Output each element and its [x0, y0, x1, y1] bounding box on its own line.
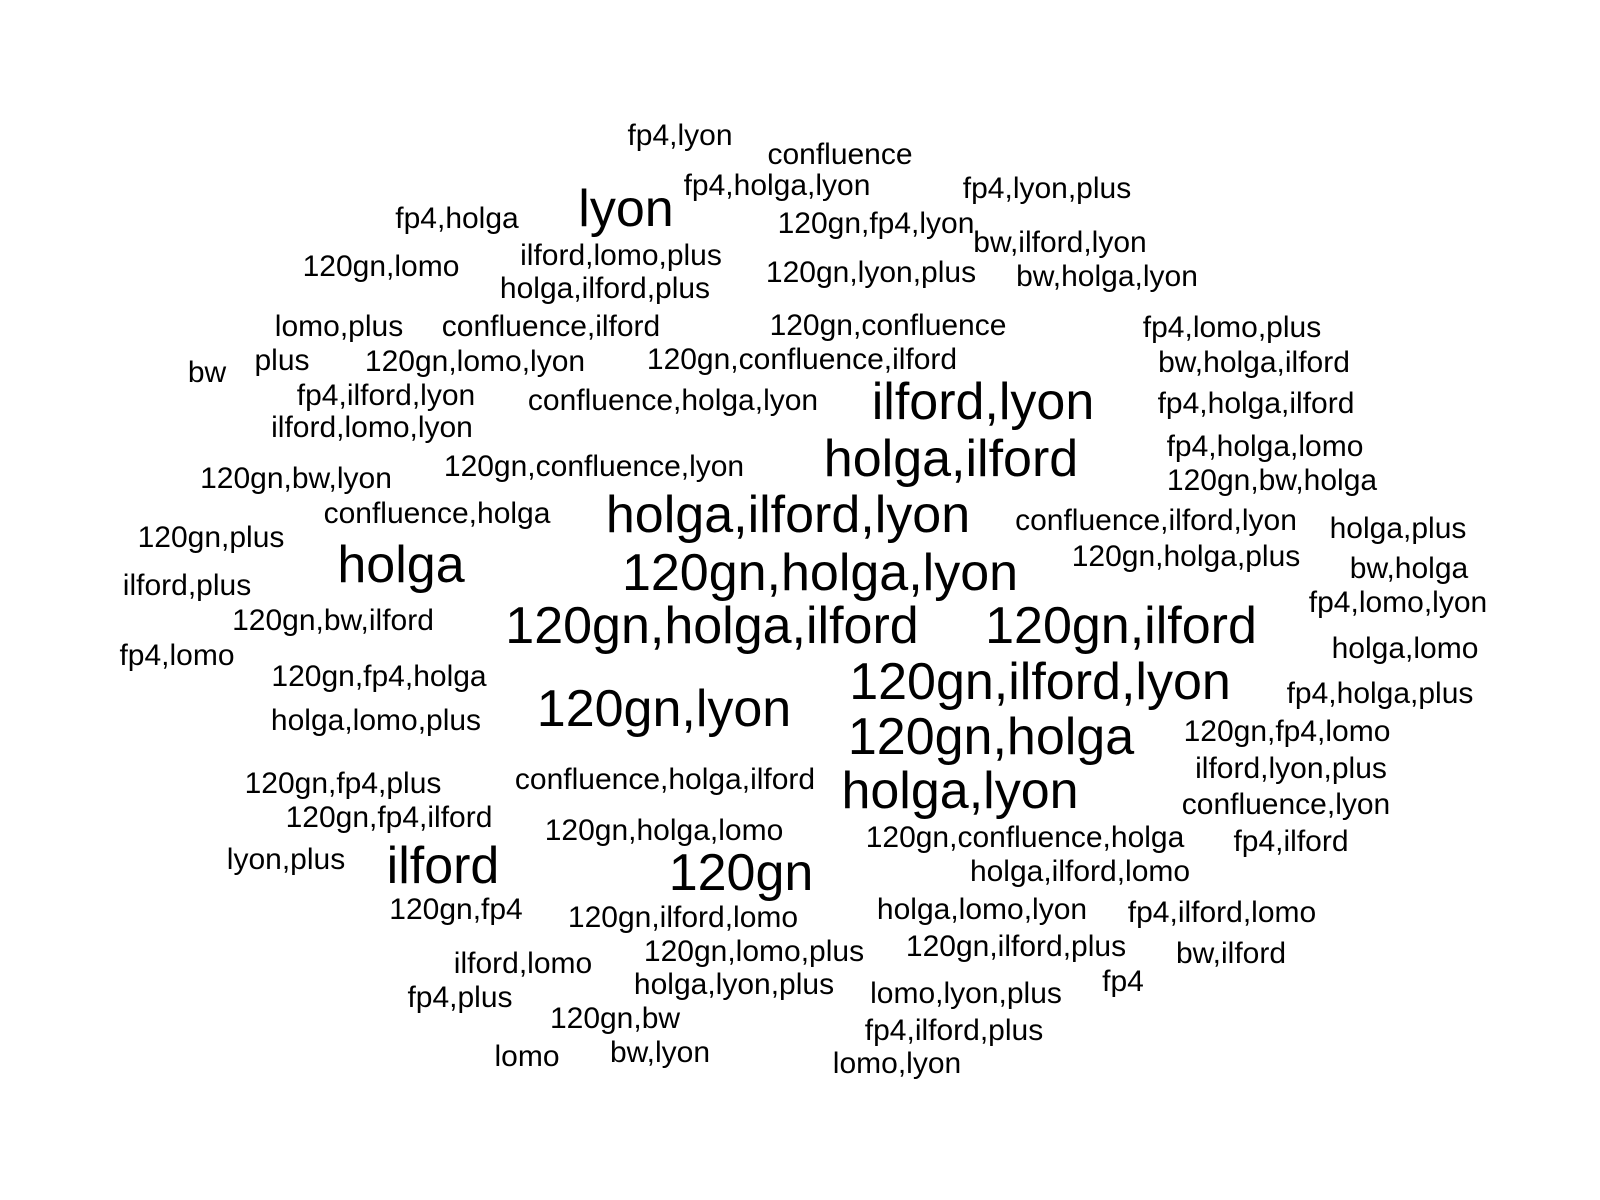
- word-fp4-ilford-lyon: fp4,ilford,lyon: [296, 379, 476, 412]
- word-fp4-lomo-lyon: fp4,lomo,lyon: [1308, 586, 1488, 619]
- word-lomo-lyon: lomo,lyon: [832, 1047, 962, 1080]
- word-120gn-fp4-holga: 120gn,fp4,holga: [271, 660, 487, 693]
- word-fp4-plus: fp4,plus: [407, 981, 513, 1014]
- word-holga-lomo: holga,lomo: [1331, 632, 1479, 665]
- word-120gn-lyon-plus: 120gn,lyon,plus: [765, 256, 977, 289]
- word-120gn-fp4-lomo: 120gn,fp4,lomo: [1183, 715, 1391, 748]
- word-120gn-fp4: 120gn,fp4: [389, 893, 523, 926]
- word-120gn-holga-lomo: 120gn,holga,lomo: [544, 814, 784, 847]
- word-120gn-confluence-lyon: 120gn,confluence,lyon: [443, 450, 745, 483]
- word-ilford-lyon-plus: ilford,lyon,plus: [1195, 752, 1387, 785]
- word-fp4-lyon-plus: fp4,lyon,plus: [962, 172, 1132, 205]
- word-120gn-bw-lyon: 120gn,bw,lyon: [200, 462, 392, 495]
- word-120gn-bw-holga: 120gn,bw,holga: [1166, 464, 1378, 497]
- word-lomo-lyon-plus: lomo,lyon,plus: [870, 977, 1062, 1010]
- word-fp4-lomo-plus: fp4,lomo,plus: [1142, 311, 1322, 344]
- word-holga-ilford-plus: holga,ilford,plus: [499, 272, 711, 305]
- word-120gn-ilford: 120gn,ilford: [985, 597, 1257, 655]
- word-120gn-confluence-ilford: 120gn,confluence,ilford: [646, 343, 958, 376]
- word-120gn-plus: 120gn,plus: [137, 521, 285, 554]
- word-lomo-plus: lomo,plus: [274, 310, 404, 343]
- word-confluence-holga-ilford: confluence,holga,ilford: [514, 763, 816, 796]
- word-holga-lomo-plus: holga,lomo,plus: [270, 704, 482, 737]
- word-fp4-holga-lyon: fp4,holga,lyon: [683, 169, 871, 202]
- word-120gn-holga-ilford: 120gn,holga,ilford: [505, 597, 919, 655]
- word-lyon: lyon: [578, 180, 674, 238]
- word-lomo: lomo: [494, 1040, 560, 1073]
- word-120gn-holga: 120gn,holga: [847, 708, 1135, 766]
- word-holga-plus: holga,plus: [1329, 512, 1467, 545]
- word-confluence: confluence: [767, 138, 913, 171]
- word-120gn: 120gn: [668, 844, 814, 902]
- word-bw-ilford-lyon: bw,ilford,lyon: [973, 226, 1147, 259]
- word-lyon-plus: lyon,plus: [226, 843, 346, 876]
- word-holga-lomo-lyon: holga,lomo,lyon: [876, 893, 1088, 926]
- word-fp4-lyon: fp4,lyon: [627, 119, 733, 152]
- word-ilford: ilford: [386, 837, 500, 895]
- word-120gn-confluence-holga: 120gn,confluence,holga: [865, 821, 1185, 854]
- word-120gn-lomo: 120gn,lomo: [302, 250, 460, 283]
- word-bw-ilford: bw,ilford: [1175, 937, 1287, 970]
- word-plus: plus: [254, 344, 310, 377]
- word-fp4-holga: fp4,holga: [395, 202, 519, 235]
- word-holga-lyon-plus: holga,lyon,plus: [633, 968, 835, 1001]
- word-confluence-holga-lyon: confluence,holga,lyon: [527, 384, 819, 417]
- word-ilford-plus: ilford,plus: [122, 569, 252, 602]
- word-120gn-ilford-lomo: 120gn,ilford,lomo: [567, 901, 799, 934]
- word-ilford-lomo-lyon: ilford,lomo,lyon: [271, 411, 473, 444]
- word-cloud: 120gn,holga,lyon 120gn,holga,ilford holga,…: [0, 0, 1600, 1200]
- word-confluence-lyon: confluence,lyon: [1181, 788, 1391, 821]
- word-fp4-holga-ilford: fp4,holga,ilford: [1157, 387, 1355, 420]
- word-120gn-ilford-plus: 120gn,ilford,plus: [905, 930, 1127, 963]
- word-confluence-ilford: confluence,ilford: [441, 310, 661, 343]
- word-ilford-lyon: ilford,lyon: [871, 373, 1095, 431]
- word-120gn-ilford-lyon: 120gn,ilford,lyon: [849, 653, 1231, 711]
- word-120gn-lomo-plus: 120gn,lomo,plus: [643, 935, 865, 968]
- word-120gn-fp4-ilford: 120gn,fp4,ilford: [285, 801, 493, 834]
- word-holga-ilford: holga,ilford: [823, 430, 1079, 488]
- word-120gn-bw-ilford: 120gn,bw,ilford: [232, 604, 434, 637]
- word-holga-lyon: holga,lyon: [841, 762, 1079, 820]
- word-bw-holga: bw,holga: [1349, 552, 1469, 585]
- word-holga-ilford-lyon: holga,ilford,lyon: [605, 486, 971, 544]
- word-120gn-fp4-plus: 120gn,fp4,plus: [244, 767, 442, 800]
- word-ilford-lomo: ilford,lomo: [453, 947, 593, 980]
- word-fp4-holga-plus: fp4,holga,plus: [1286, 677, 1474, 710]
- word-fp4-ilford: fp4,ilford: [1233, 825, 1349, 858]
- word-holga: holga: [337, 536, 465, 594]
- word-confluence-ilford-lyon: confluence,ilford,lyon: [1015, 504, 1297, 537]
- word-bw-holga-ilford: bw,holga,ilford: [1158, 346, 1350, 379]
- word-120gn-lomo-lyon: 120gn,lomo,lyon: [364, 345, 586, 378]
- word-bw-lyon: bw,lyon: [609, 1036, 711, 1069]
- word-holga-ilford-lomo: holga,ilford,lomo: [969, 855, 1191, 888]
- word-120gn-bw: 120gn,bw: [549, 1002, 681, 1035]
- word-120gn-confluence: 120gn,confluence: [769, 309, 1007, 342]
- word-120gn-holga-plus: 120gn,holga,plus: [1071, 540, 1301, 573]
- word-fp4-lomo: fp4,lomo: [119, 639, 235, 672]
- word-ilford-lomo-plus: ilford,lomo,plus: [520, 239, 722, 272]
- word-confluence-holga: confluence,holga: [323, 497, 551, 530]
- word-120gn-lyon: 120gn,lyon: [536, 680, 792, 738]
- word-120gn-holga-lyon: 120gn,holga,lyon: [621, 544, 1019, 602]
- word-bw: bw: [187, 356, 227, 389]
- word-bw-holga-lyon: bw,holga,lyon: [1016, 260, 1198, 293]
- word-fp4-ilford-plus: fp4,ilford,plus: [864, 1014, 1044, 1047]
- word-120gn-fp4-lyon: 120gn,fp4,lyon: [777, 207, 975, 240]
- word-fp4-ilford-lomo: fp4,ilford,lomo: [1127, 896, 1317, 929]
- word-fp4: fp4: [1102, 965, 1144, 998]
- word-fp4-holga-lomo: fp4,holga,lomo: [1166, 430, 1364, 463]
